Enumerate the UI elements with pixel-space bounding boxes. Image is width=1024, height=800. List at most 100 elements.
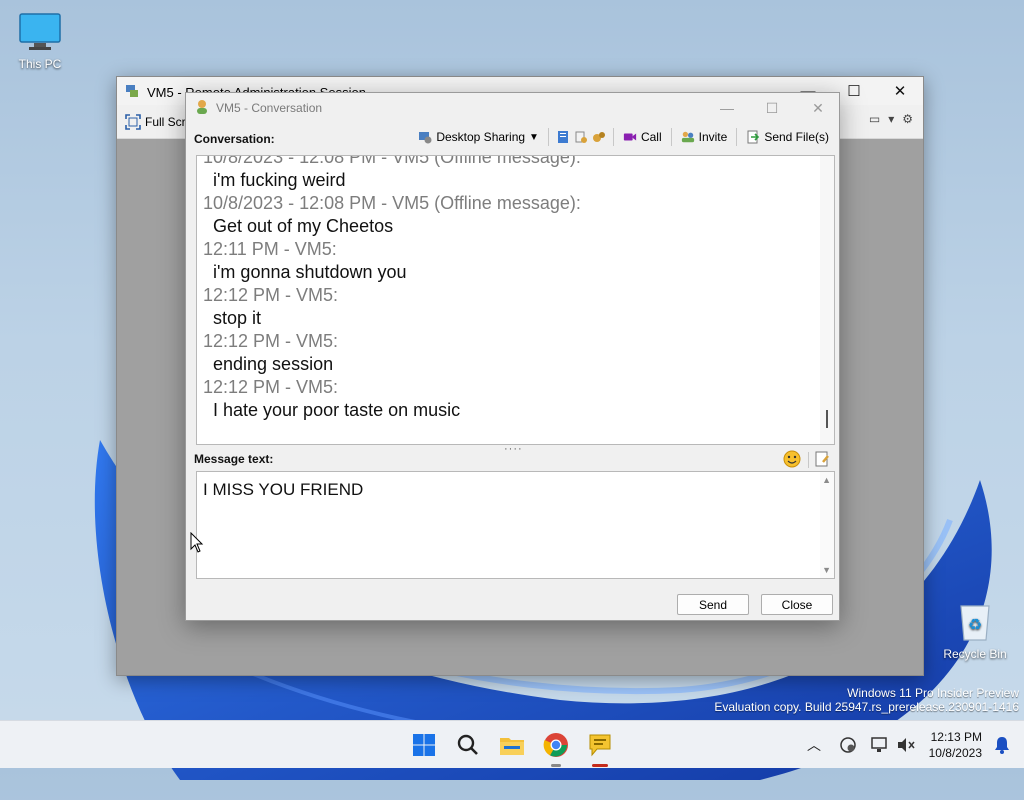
chat-app-button[interactable] (584, 729, 616, 767)
full-screen-label: Full Scr (145, 115, 186, 129)
message-input-text[interactable]: I MISS YOU FRIEND (203, 480, 363, 500)
close-button[interactable]: Close (761, 594, 833, 615)
this-pc-label: This PC (18, 57, 62, 71)
desktop-sharing-button[interactable]: Desktop Sharing ▼ (416, 129, 541, 145)
network-icon[interactable] (838, 736, 858, 754)
display-select-icon[interactable]: ▭ (869, 112, 880, 126)
notification-bell-icon[interactable] (994, 736, 1010, 754)
remote-close-button[interactable]: ✕ (877, 77, 923, 105)
message-text: I hate your poor taste on music (213, 400, 461, 420)
file-explorer-button[interactable] (496, 729, 528, 761)
clock-date: 10/8/2023 (928, 746, 982, 760)
desktop-sharing-label: Desktop Sharing (436, 130, 526, 144)
chrome-icon (543, 733, 568, 757)
conversation-maximize-button[interactable]: ☐ (749, 93, 795, 123)
watermark-line-1: Windows 11 Pro Insider Preview (847, 686, 1019, 700)
settings-gears-icon[interactable] (592, 130, 606, 144)
message-input[interactable]: I MISS YOU FRIEND ▲ ▼ (196, 471, 835, 579)
list-item: 12:12 PM - VM5: stop it (203, 284, 816, 330)
windows-start-icon (413, 734, 435, 756)
call-button[interactable]: Call (621, 129, 664, 145)
send-files-label: Send File(s) (764, 130, 829, 144)
monitor-notification-icon[interactable] (870, 736, 890, 754)
system-tray: ︿ (804, 721, 916, 769)
list-item: 12:12 PM - VM5: I hate your poor taste o… (203, 376, 816, 422)
message-meta: 12:12 PM - VM5: (203, 377, 339, 397)
scrollbar-thumb[interactable] (826, 410, 828, 428)
tool-separator (808, 452, 809, 468)
message-text: i'm gonna shutdown you (213, 262, 407, 282)
conversation-close-button[interactable]: ✕ (795, 93, 841, 123)
message-text: Get out of my Cheetos (213, 216, 394, 236)
conversation-tools: Desktop Sharing ▼ Call Invite Send File(… (416, 128, 831, 146)
message-meta: 10/8/2023 - 12:08 PM - VM5 (Offline mess… (203, 193, 581, 213)
monitor-icon (19, 13, 61, 50)
recycle-bin-label: Recycle Bin (943, 647, 1007, 661)
search-icon (457, 734, 478, 755)
full-screen-button[interactable]: Full Scr (125, 114, 186, 130)
message-meta: 12:12 PM - VM5: (203, 285, 339, 305)
message-scrollbar[interactable]: ▲ ▼ (820, 472, 834, 578)
watermark-line-2: Evaluation copy. Build 25947.rs_prerelea… (714, 700, 1019, 714)
running-indicator (551, 764, 561, 767)
this-pc-desktop-icon[interactable]: This PC (0, 12, 80, 71)
conversation-history[interactable]: 10/8/2023 - 12:08 PM - VM5 (Offline mess… (196, 155, 835, 445)
conversation-window: VM5 - Conversation — ☐ ✕ Conversation: D… (185, 92, 840, 621)
recycle-bin-icon: ♻ (960, 605, 990, 641)
message-meta: 12:11 PM - VM5: (203, 239, 337, 259)
user-avatar-icon (197, 100, 207, 114)
folder-icon (500, 738, 524, 755)
fullscreen-icon (125, 114, 141, 130)
message-text: i'm fucking weird (213, 170, 346, 190)
taskbar-clock[interactable]: 12:13 PM 10/8/2023 (929, 729, 982, 761)
conversation-scrollbar[interactable] (820, 156, 834, 444)
chevron-up-icon[interactable]: ︿ (804, 735, 824, 755)
conversation-header-row: Conversation: Desktop Sharing ▼ Call Inv… (186, 123, 839, 153)
emoticon-icon[interactable] (783, 450, 801, 468)
tool-separator (547, 128, 549, 146)
search-button[interactable] (452, 729, 484, 761)
clock-time: 12:13 PM (930, 730, 982, 744)
start-button[interactable] (408, 729, 440, 761)
chat-log-icon[interactable] (556, 130, 570, 144)
tool-separator (612, 128, 614, 146)
chrome-button[interactable] (540, 729, 572, 767)
windows-watermark: Windows 11 Pro Insider Preview Evaluatio… (714, 686, 1019, 714)
conversation-minimize-button[interactable]: — (704, 93, 750, 123)
conversation-label: Conversation: (194, 132, 275, 146)
tool-separator (736, 128, 738, 146)
chevron-down-icon: ▼ (529, 131, 539, 143)
invite-button[interactable]: Invite (679, 129, 730, 145)
conversation-titlebar[interactable]: VM5 - Conversation — ☐ ✕ (186, 93, 839, 123)
message-text: ending session (213, 354, 334, 374)
volume-muted-icon[interactable] (896, 736, 916, 754)
format-text-icon[interactable] (813, 450, 831, 468)
remote-right-tools: ▭ ▾ ⚙ (869, 112, 913, 126)
chat-bubble-icon (589, 734, 611, 757)
message-text: stop it (213, 308, 262, 328)
message-text-label: Message text: (194, 452, 274, 466)
mouse-cursor-icon (190, 532, 204, 553)
list-item: 10/8/2023 - 12:08 PM - VM5 (Offline mess… (203, 155, 816, 192)
taskbar: ︿ 12:13 PM 10/8/2023 (0, 720, 1024, 768)
list-item: 12:11 PM - VM5: i'm gonna shutdown you (203, 238, 816, 284)
message-header-row: Message text: (186, 450, 839, 472)
recycle-bin-desktop-icon[interactable]: ♻ Recycle Bin (935, 600, 1015, 661)
file-transfer-icon[interactable] (574, 130, 588, 144)
list-item: 12:12 PM - VM5: ending session (203, 330, 816, 376)
message-meta: 12:12 PM - VM5: (203, 331, 339, 351)
send-file-icon (747, 130, 760, 144)
invite-label: Invite (698, 130, 728, 144)
message-list: 10/8/2023 - 12:08 PM - VM5 (Offline mess… (203, 155, 816, 422)
send-button[interactable]: Send (677, 594, 749, 615)
send-files-button[interactable]: Send File(s) (744, 129, 831, 145)
tool-separator (670, 128, 672, 146)
settings-gear-icon[interactable]: ⚙ (902, 112, 913, 126)
remote-app-icon (126, 85, 138, 97)
chevron-down-icon[interactable]: ▾ (888, 112, 894, 126)
scroll-up-icon[interactable]: ▲ (822, 475, 831, 485)
conversation-title: VM5 - Conversation (216, 101, 323, 115)
message-meta: 10/8/2023 - 12:08 PM - VM5 (Offline mess… (203, 155, 581, 167)
scroll-down-icon[interactable]: ▼ (822, 565, 831, 575)
list-item: 10/8/2023 - 12:08 PM - VM5 (Offline mess… (203, 192, 816, 238)
